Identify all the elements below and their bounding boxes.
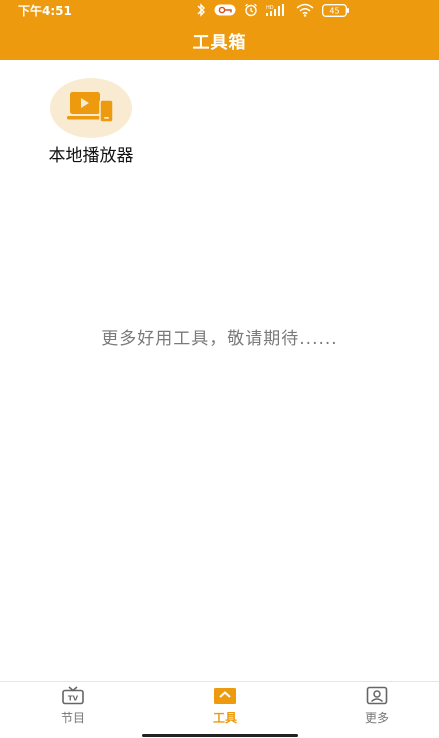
bottom-nav: TV 节目 工具 更多 [0,681,439,734]
tool-label: 本地播放器 [48,146,134,166]
tab-label: 工具 [212,711,237,725]
alarm-icon [244,3,258,17]
bluetooth-icon [196,3,206,17]
svg-text:TV: TV [68,695,79,703]
tab-label: 更多 [364,711,389,725]
status-icons: HD 45 [196,2,350,18]
svg-text:HD: HD [266,5,274,11]
app-header: 工具箱 [0,20,439,60]
wifi-icon [296,3,314,17]
tool-local-player[interactable]: 本地播放器 [28,78,154,166]
page-title: 工具箱 [192,32,247,53]
hd-signal-icon: HD [266,3,288,17]
coming-soon-message: 更多好用工具，敬请期待...... [101,329,338,349]
home-indicator[interactable] [142,734,298,737]
toolbox-icon [214,688,236,704]
profile-icon [366,686,388,705]
vpn-key-icon [214,4,236,16]
status-time: 下午4:51 [18,4,72,18]
local-player-icon [67,92,114,123]
battery-icon: 45 [322,3,350,17]
tool-icon-background [50,78,132,138]
tab-more[interactable]: 更多 [337,686,417,730]
tab-tools[interactable]: 工具 [185,686,265,730]
status-bar: 下午4:51 HD 45 [0,0,439,20]
tv-icon: TV [62,686,84,705]
tab-programs[interactable]: TV 节目 [33,686,113,730]
battery-level: 45 [329,6,339,15]
tab-label: 节目 [60,711,85,725]
